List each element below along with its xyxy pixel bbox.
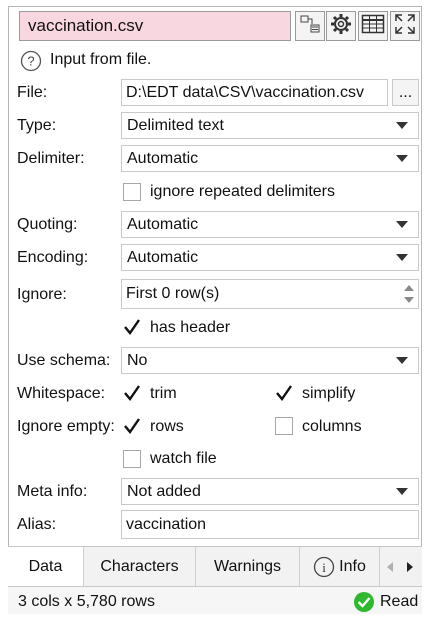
ignore-empty-rows-checkbox[interactable]	[123, 417, 141, 435]
svg-text:?: ?	[27, 54, 34, 69]
has-header-checkbox[interactable]	[123, 318, 141, 336]
trim-checkbox[interactable]	[123, 384, 141, 402]
tab-scroll-right-button[interactable]	[400, 547, 420, 587]
chevron-left-icon	[387, 562, 393, 572]
checkmark-icon	[124, 319, 140, 335]
checkmark-icon	[124, 385, 140, 401]
chevron-down-icon	[396, 122, 408, 129]
ignore-rows-value: First 0 row(s)	[126, 285, 220, 302]
chevron-down-icon	[396, 357, 408, 364]
simplify-label: simplify	[302, 385, 356, 402]
ignore-empty-columns-checkbox[interactable]	[275, 417, 293, 435]
type-label: Type:	[17, 117, 57, 134]
browse-label: ...	[398, 83, 413, 101]
chevron-right-icon	[407, 562, 413, 572]
use-schema-label: Use schema:	[17, 352, 111, 369]
chevron-down-icon	[396, 155, 408, 162]
info-text: Input from file.	[50, 51, 152, 68]
ignore-label: Ignore:	[17, 286, 67, 303]
has-header-label: has header	[150, 319, 231, 336]
quoting-label: Quoting:	[17, 216, 78, 233]
tab-characters[interactable]: Characters	[84, 547, 196, 587]
checkmark-icon	[276, 385, 292, 401]
file-path-value: D:\EDT data\CSV\vaccination.csv	[126, 83, 365, 101]
ignore-empty-columns-label: columns	[302, 418, 362, 435]
delimiter-select[interactable]: Automatic	[121, 145, 419, 172]
file-path-field[interactable]: D:\EDT data\CSV\vaccination.csv	[121, 79, 388, 106]
settings-button[interactable]	[326, 11, 356, 41]
table-view-button[interactable]	[358, 11, 388, 41]
type-select[interactable]: Delimited text	[121, 112, 419, 139]
use-schema-select[interactable]: No	[121, 347, 419, 374]
watch-file-label: watch file	[150, 450, 217, 467]
browse-button[interactable]: ...	[392, 79, 419, 106]
chevron-down-icon	[396, 254, 408, 261]
whitespace-label: Whitespace:	[17, 385, 106, 402]
alias-value: vaccination	[126, 515, 207, 533]
quoting-value: Automatic	[127, 215, 199, 233]
tab-scroll-left-button[interactable]	[380, 547, 400, 587]
quoting-select[interactable]: Automatic	[121, 211, 419, 238]
status-summary: 3 cols x 5,780 rows	[18, 593, 155, 610]
tab-bar: Data Characters Warnings i Info	[8, 546, 422, 587]
status-state: Read	[380, 593, 419, 610]
watch-file-checkbox[interactable]	[123, 450, 141, 468]
file-label: File:	[17, 84, 48, 101]
tab-data-label: Data	[28, 558, 63, 575]
ignore-empty-label: Ignore empty:	[17, 418, 115, 435]
type-value: Delimited text	[127, 116, 224, 134]
spin-up-icon[interactable]	[404, 285, 414, 291]
alias-label: Alias:	[17, 516, 57, 533]
expand-button[interactable]	[390, 11, 420, 41]
settings-icon	[329, 12, 353, 41]
tab-info-label: Info	[339, 558, 366, 575]
meta-info-label: Meta info:	[17, 483, 88, 500]
tab-warnings[interactable]: Warnings	[196, 547, 300, 587]
alias-input[interactable]: vaccination	[121, 510, 419, 539]
meta-info-value: Not added	[127, 482, 201, 500]
simplify-checkbox[interactable]	[275, 384, 293, 402]
expand-icon	[393, 12, 417, 41]
table-view-icon	[361, 14, 385, 39]
meta-info-select[interactable]: Not added	[121, 478, 419, 505]
check-circle-icon	[353, 591, 375, 613]
chevron-down-icon	[396, 488, 408, 495]
checkmark-icon	[124, 418, 140, 434]
transform-button[interactable]	[295, 11, 325, 41]
spin-down-icon[interactable]	[404, 297, 414, 303]
info-icon: i	[313, 556, 335, 578]
encoding-select[interactable]: Automatic	[121, 244, 419, 271]
transform-icon	[299, 13, 321, 40]
chevron-down-icon	[396, 221, 408, 228]
status-bar: 3 cols x 5,780 rows Read	[8, 586, 422, 614]
delimiter-label: Delimiter:	[17, 150, 85, 167]
spin-buttons[interactable]	[400, 280, 418, 308]
ignore-empty-rows-label: rows	[150, 418, 184, 435]
use-schema-value: No	[127, 351, 148, 369]
trim-label: trim	[150, 385, 177, 402]
encoding-label: Encoding:	[17, 249, 89, 266]
tab-info[interactable]: i Info	[300, 547, 380, 587]
filename-title[interactable]: vaccination.csv	[19, 11, 291, 41]
svg-text:i: i	[322, 560, 326, 575]
help-icon[interactable]: ?	[20, 50, 42, 72]
ignore-repeated-label: ignore repeated delimiters	[150, 183, 335, 200]
encoding-value: Automatic	[127, 248, 199, 266]
filename-text: vaccination.csv	[28, 16, 144, 35]
delimiter-value: Automatic	[127, 149, 199, 167]
ignore-rows-spinbox[interactable]: First 0 row(s)	[121, 279, 419, 309]
ignore-repeated-checkbox[interactable]	[123, 183, 141, 201]
tab-data[interactable]: Data	[8, 547, 84, 587]
tab-warnings-label: Warnings	[214, 558, 281, 575]
tab-characters-label: Characters	[100, 558, 179, 575]
